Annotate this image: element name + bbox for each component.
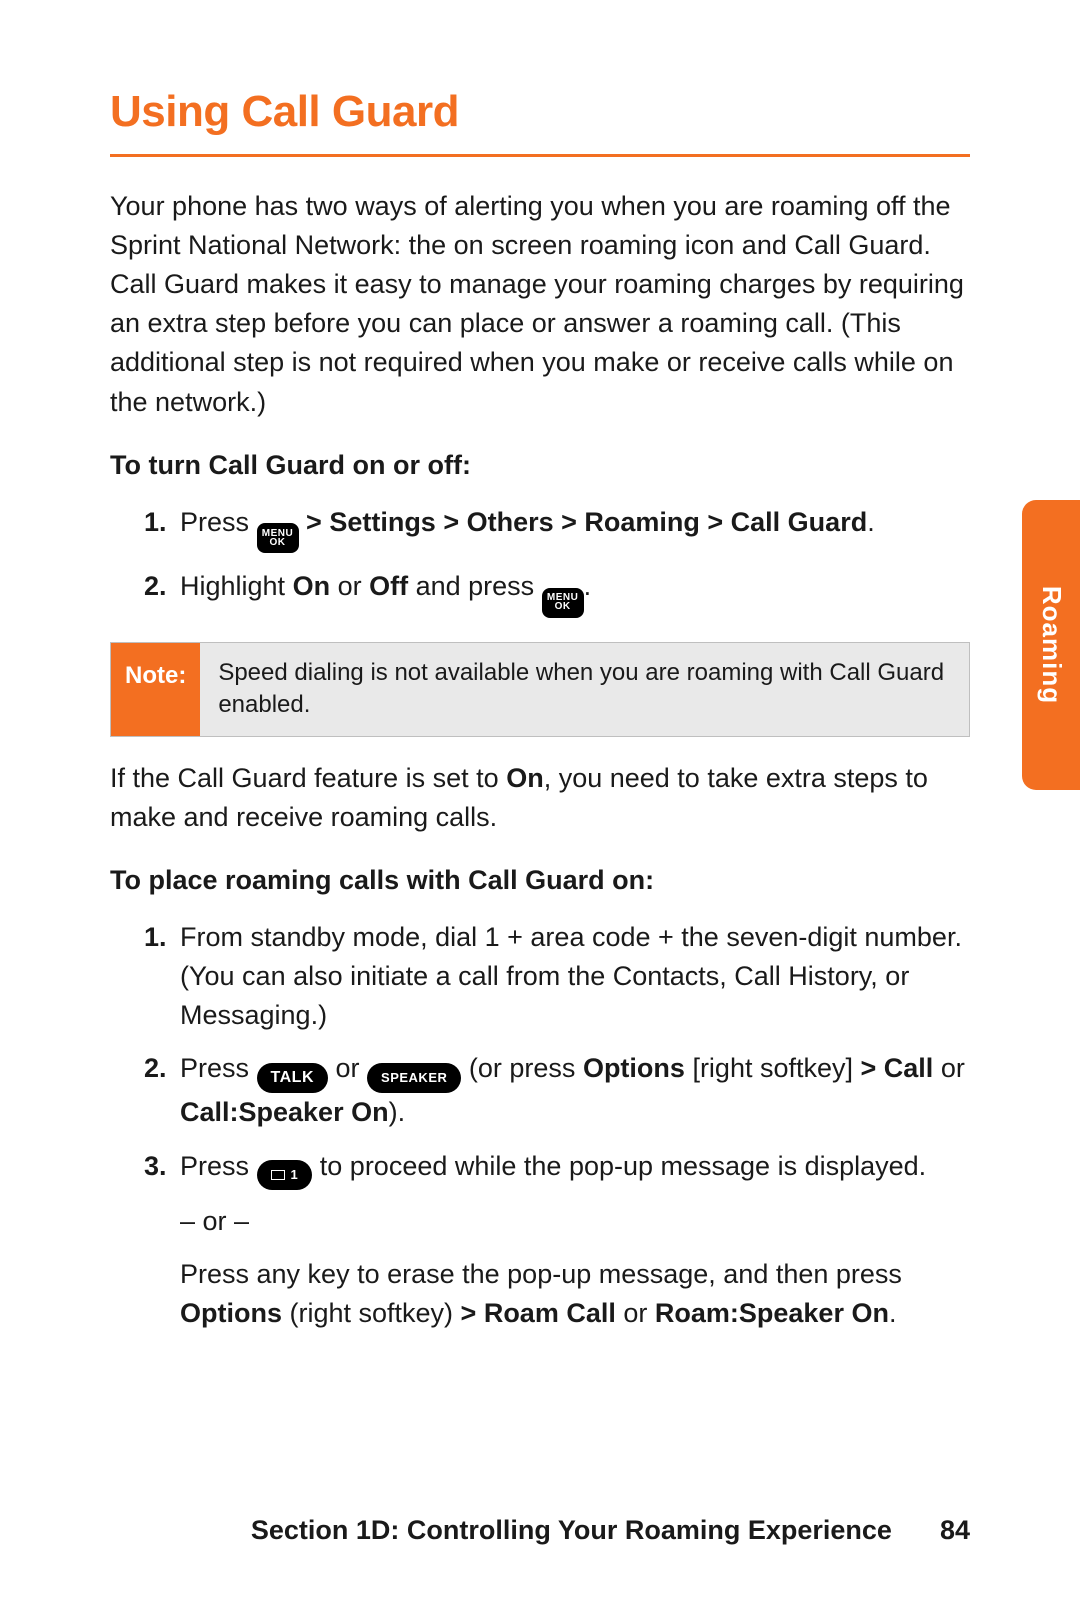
on-label: On	[293, 571, 331, 601]
step-text: or	[330, 571, 369, 601]
menu-ok-key-icon: MENU OK	[257, 523, 299, 553]
note-box: Note: Speed dialing is not available whe…	[110, 642, 970, 737]
key-label-bottom: OK	[555, 602, 571, 612]
steps-toggle: Press MENU OK > Settings > Others > Roam…	[110, 503, 970, 618]
talk-key-icon: TALK	[257, 1063, 328, 1093]
step-3: Press 1 to proceed while the pop-up mess…	[174, 1147, 970, 1333]
step-1: Press MENU OK > Settings > Others > Roam…	[174, 503, 970, 554]
manual-page: Using Call Guard Your phone has two ways…	[0, 0, 1080, 1620]
period: .	[867, 507, 875, 537]
on-bold: On	[506, 763, 544, 793]
text: Press	[180, 1151, 257, 1181]
text: (or press	[469, 1053, 583, 1083]
step-1: From standby mode, dial 1 + area code + …	[174, 918, 970, 1035]
or-divider: – or –	[180, 1202, 970, 1241]
key-label-bottom: OK	[270, 538, 286, 548]
step-2: Highlight On or Off and press MENU OK .	[174, 567, 970, 618]
text: Press	[180, 1053, 257, 1083]
roam-speaker-path: Roam:Speaker On	[655, 1298, 889, 1328]
step-text: Press	[180, 507, 257, 537]
note-body: Speed dialing is not available when you …	[200, 643, 969, 736]
step-text: From standby mode, dial 1 + area code + …	[180, 918, 970, 1035]
step-2: Press TALK or SPEAKER (or press Options …	[174, 1049, 970, 1132]
text: or	[336, 1053, 368, 1083]
key-number: 1	[291, 1168, 299, 1181]
step-text: and press	[408, 571, 542, 601]
call-speaker-path: Call:Speaker On	[180, 1097, 389, 1127]
text: Press any key to erase the pop-up messag…	[180, 1259, 902, 1289]
options-label: Options	[180, 1298, 282, 1328]
text: to proceed while the pop-up message is d…	[320, 1151, 926, 1181]
text: ).	[389, 1097, 406, 1127]
note-label: Note:	[111, 643, 200, 736]
text: [right softkey]	[685, 1053, 861, 1083]
menu-path: > Settings > Others > Roaming > Call Gua…	[306, 507, 867, 537]
step-text: Highlight	[180, 571, 293, 601]
call-path: > Call	[861, 1053, 934, 1083]
text: or	[933, 1053, 965, 1083]
steps-place-calls: From standby mode, dial 1 + area code + …	[110, 918, 970, 1333]
intro-paragraph: Your phone has two ways of alerting you …	[110, 187, 970, 422]
options-label: Options	[583, 1053, 685, 1083]
off-label: Off	[369, 571, 408, 601]
subheading-place-calls: To place roaming calls with Call Guard o…	[110, 861, 970, 900]
roam-call-path: > Roam Call	[461, 1298, 616, 1328]
menu-ok-key-icon: MENU OK	[542, 588, 584, 618]
mail-1-key-icon: 1	[257, 1160, 313, 1190]
after-note-paragraph: If the Call Guard feature is set to On, …	[110, 759, 970, 837]
text: .	[889, 1298, 897, 1328]
text: or	[616, 1298, 655, 1328]
period: .	[584, 571, 592, 601]
section-label: Section 1D: Controlling Your Roaming Exp…	[251, 1511, 892, 1550]
page-title: Using Call Guard	[110, 80, 970, 144]
subheading-toggle: To turn Call Guard on or off:	[110, 446, 970, 485]
title-underline	[110, 154, 970, 157]
side-tab-label: Roaming	[1032, 586, 1070, 704]
page-footer: Section 1D: Controlling Your Roaming Exp…	[110, 1511, 970, 1550]
speaker-key-icon: SPEAKER	[367, 1063, 461, 1093]
text: If the Call Guard feature is set to	[110, 763, 506, 793]
envelope-icon	[271, 1170, 285, 1180]
text: (right softkey)	[282, 1298, 461, 1328]
section-side-tab: Roaming	[1022, 500, 1080, 790]
page-number: 84	[940, 1511, 970, 1550]
